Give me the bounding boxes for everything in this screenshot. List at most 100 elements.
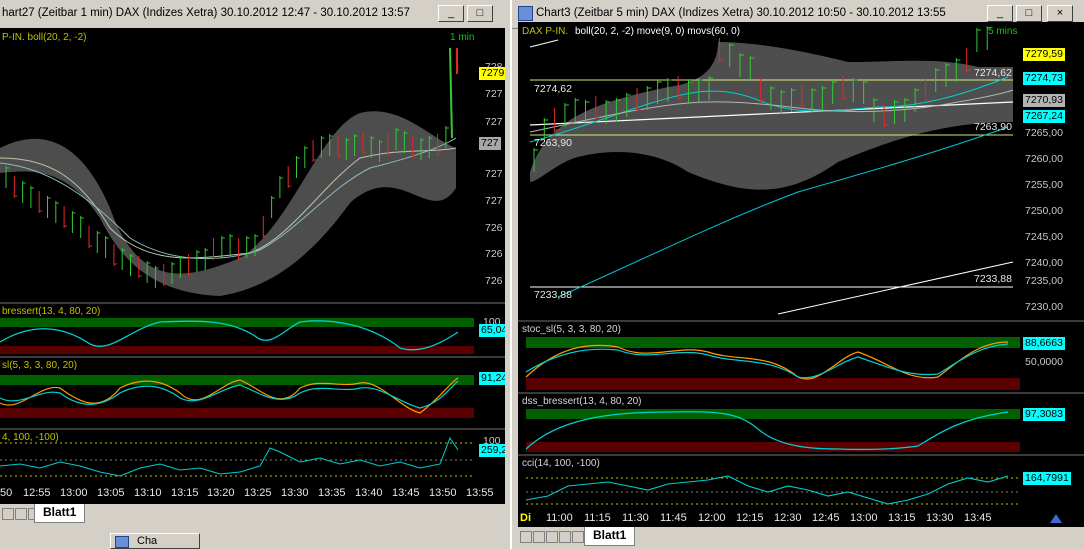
right-main-legend-2: boll(20, 2, -2) move(9, 0) movs(60, 0)	[575, 26, 740, 37]
time-label: 13:50	[429, 487, 457, 499]
time-label: 13:00	[60, 487, 88, 499]
line-label: 7233,88	[534, 289, 572, 301]
chart-window-icon	[115, 536, 129, 548]
time-label: 11:45	[660, 512, 687, 524]
right-time-axis: Di 11:00 11:15 11:30 11:45 12:00 12:15 1…	[518, 510, 1084, 527]
tab-first-button[interactable]	[2, 508, 14, 520]
price-tick: 7245,00	[1025, 231, 1063, 243]
left-ind2-legend: sl(5, 3, 3, 80, 20)	[2, 360, 77, 371]
price-tick: 726	[485, 275, 503, 287]
tab-next-button[interactable]	[546, 531, 558, 543]
price-tick: 727	[485, 88, 503, 100]
day-label: Di	[520, 512, 531, 524]
ind2-value-box: 91,24	[479, 372, 505, 385]
line-label: 7274,62	[534, 83, 572, 95]
price-box-move: 7270,93	[1023, 94, 1065, 107]
left-ind3-chart: 4, 100, -100)	[0, 432, 474, 477]
minimize-button[interactable]: _	[438, 5, 464, 22]
time-label: 12:55	[23, 487, 51, 499]
left-ind2-chart: sl(5, 3, 3, 80, 20)	[0, 360, 474, 418]
right-price-axis: 7279,59 7274,73 7270,93 7267,24 7265,00 …	[1020, 22, 1084, 320]
tab-prev-button[interactable]	[15, 508, 27, 520]
cci-legend: cci(14, 100, -100)	[522, 458, 600, 469]
line-label: 7233,88	[974, 273, 1012, 285]
scroll-arrow-icon[interactable]	[1048, 512, 1064, 524]
left-price-chart: P-IN. boll(20, 2, -2) 1 min	[0, 32, 474, 296]
price-tick: 7265,00	[1025, 127, 1063, 139]
price-tick: 7235,00	[1025, 275, 1063, 287]
left-interval-label: 1 min	[450, 32, 474, 43]
price-box-last: 7279,59	[1023, 48, 1065, 61]
minimize-button[interactable]: _	[987, 5, 1013, 22]
left-title-bar[interactable]: hart27 (Zeitbar 1 min) DAX (Indizes Xetr…	[0, 0, 505, 29]
price-tick: 7240,00	[1025, 257, 1063, 269]
line-label: 7263,90	[974, 121, 1012, 133]
stoc-legend: stoc_sl(5, 3, 3, 80, 20)	[522, 324, 621, 335]
left-ind1-axis: 100 65,04	[474, 304, 505, 356]
time-label: 13:05	[97, 487, 125, 499]
dss-chart: dss_bressert(13, 4, 80, 20)	[522, 396, 1020, 452]
minimized-chart-button[interactable]: Cha	[110, 533, 200, 549]
time-label: 13:25	[244, 487, 272, 499]
ind3-value-box: 259,2	[479, 444, 505, 457]
line-label: 7274,62	[974, 67, 1012, 79]
time-label: 13:45	[392, 487, 420, 499]
price-tick: 727	[485, 168, 503, 180]
left-status-area	[0, 526, 505, 549]
tab-blatt1[interactable]: Blatt1	[34, 504, 86, 523]
stoc-value-box: 88,6663	[1023, 337, 1065, 350]
price-tick: 7255,00	[1025, 179, 1063, 191]
maximize-button[interactable]: □	[1016, 5, 1042, 22]
time-label: 12:00	[698, 512, 726, 524]
minimized-chart-label: Cha	[137, 535, 158, 547]
line-label: 7263,90	[534, 137, 572, 149]
left-ind1-legend: bressert(13, 4, 80, 20)	[2, 306, 100, 317]
right-price-chart: DAX P-IN. boll(20, 2, -2) move(9, 0) mov…	[522, 26, 1017, 315]
ind1-value-box: 65,04	[479, 324, 505, 337]
time-label: 50	[0, 487, 13, 499]
stoc-axis: 88,6663 50,0000	[1020, 322, 1084, 392]
dss-value-box: 97,3083	[1023, 408, 1065, 421]
chart-window-icon	[518, 6, 533, 21]
tab-add-button[interactable]	[572, 531, 584, 543]
time-label: 13:55	[466, 487, 494, 499]
tab-blatt1[interactable]: Blatt1	[584, 527, 636, 546]
time-label: 13:35	[318, 487, 346, 499]
right-sheet-tabbar: Blatt1	[512, 527, 1084, 549]
time-label: 11:15	[584, 512, 611, 524]
tab-first-button[interactable]	[520, 531, 532, 543]
right-main-legend: DAX P-IN.	[522, 26, 568, 37]
time-label: 13:30	[926, 512, 954, 524]
dss-legend: dss_bressert(13, 4, 80, 20)	[522, 396, 642, 407]
price-box-yellow: 7279	[479, 67, 505, 80]
stoc-mid-tick: 50,0000	[1025, 356, 1063, 368]
right-chart-window: Chart3 (Zeitbar 5 min) DAX (Indizes Xetr…	[510, 0, 1084, 549]
time-label: 13:00	[850, 512, 878, 524]
tab-prev-button[interactable]	[533, 531, 545, 543]
time-label: 12:45	[812, 512, 840, 524]
time-label: 13:10	[134, 487, 162, 499]
time-label: 13:30	[281, 487, 309, 499]
price-box-movs: 7267,24	[1023, 110, 1065, 123]
left-ind2-axis: 91,24	[474, 358, 505, 428]
maximize-button[interactable]: □	[467, 5, 493, 22]
price-tick: 727	[485, 116, 503, 128]
tab-last-button[interactable]	[559, 531, 571, 543]
left-ind3-axis: 100 259,2	[474, 430, 505, 484]
cci-value-box: 164,7991	[1023, 472, 1071, 485]
price-tick: 7250,00	[1025, 205, 1063, 217]
time-label: 13:40	[355, 487, 383, 499]
time-label: 13:15	[171, 487, 199, 499]
dss-axis: 97,3083	[1020, 394, 1084, 454]
left-ind3-legend: 4, 100, -100)	[2, 432, 59, 443]
time-label: 13:45	[964, 512, 992, 524]
price-box-boll: 7274,73	[1023, 72, 1065, 85]
time-label: 13:15	[888, 512, 916, 524]
right-window-title: Chart3 (Zeitbar 5 min) DAX (Indizes Xetr…	[536, 7, 946, 19]
price-box-gray: 727	[479, 137, 501, 150]
close-button[interactable]: ×	[1047, 5, 1073, 22]
time-label: 11:30	[622, 512, 649, 524]
left-price-axis: 728 7279 727 727 727 727 727 726 726 726	[474, 28, 505, 302]
left-ind1-chart: bressert(13, 4, 80, 20)	[0, 306, 474, 354]
time-label: 12:30	[774, 512, 802, 524]
